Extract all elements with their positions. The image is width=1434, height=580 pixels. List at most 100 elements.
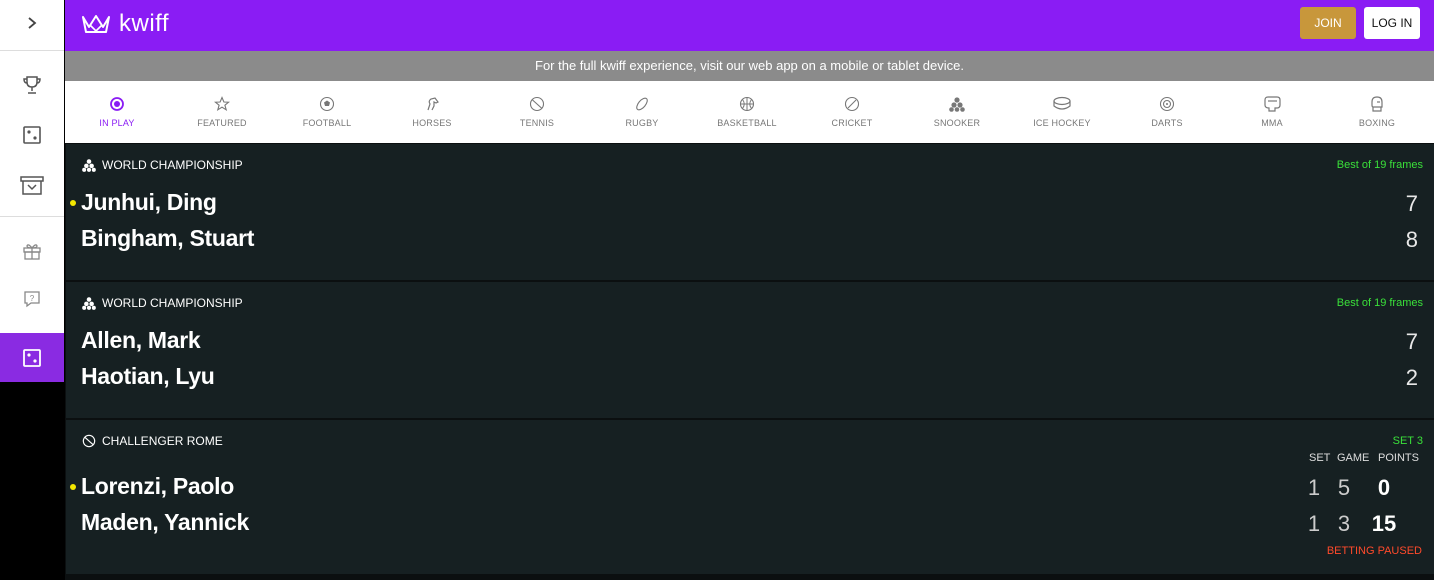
rugby-icon [636, 97, 648, 111]
points-score: 0 [1377, 475, 1391, 500]
main-content: kwiff JOIN LOG IN For the full kwiff exp… [65, 0, 1434, 580]
tab-label: RUGBY [625, 118, 659, 128]
competition-header: CHALLENGER ROME [82, 434, 223, 448]
login-button[interactable]: LOG IN [1364, 7, 1420, 39]
player-score: 2 [1405, 365, 1418, 390]
player-name: Allen, Mark [81, 327, 201, 353]
tab-mma[interactable]: MMA [1222, 81, 1322, 143]
gift-icon [23, 244, 41, 260]
left-rail: ? [0, 0, 65, 580]
player-score: 7 [1405, 191, 1418, 216]
basketball-icon [739, 96, 755, 112]
tab-label: CRICKET [831, 118, 873, 128]
cricket-icon [844, 96, 860, 112]
tennis-icon [529, 96, 545, 112]
in-play-icon [110, 97, 124, 111]
trophy-icon [23, 76, 41, 94]
chevron-right-icon [28, 17, 37, 29]
tab-label: BASKETBALL [717, 118, 777, 128]
rail-divider [0, 50, 64, 51]
snooker-icon [82, 297, 96, 310]
horse-icon [427, 97, 439, 111]
event-card[interactable]: WORLD CHAMPIONSHIP Best of 19 frames All… [65, 282, 1434, 418]
tab-label: HORSES [412, 118, 452, 128]
rail-item-store[interactable] [0, 162, 64, 208]
rail-item-casino[interactable] [0, 112, 64, 158]
dice-icon [23, 126, 41, 144]
join-button[interactable]: JOIN [1300, 7, 1356, 39]
player-name: Junhui, Ding [81, 189, 217, 215]
darts-icon [1159, 96, 1175, 112]
tab-rugby[interactable]: RUGBY [592, 81, 692, 143]
serving-indicator [70, 484, 76, 490]
app-root: ? kwiff JOIN LOG IN For the full kwiff e… [0, 0, 1434, 580]
column-header-game: GAME [1337, 452, 1370, 464]
rail-item-rewards[interactable] [0, 228, 64, 274]
rail-item-help[interactable]: ? [0, 276, 64, 322]
football-icon [319, 96, 335, 112]
match-status: Best of 19 frames [1336, 297, 1423, 309]
mma-icon [1264, 96, 1281, 112]
tab-label: BOXING [1358, 118, 1396, 128]
info-banner: For the full kwiff experience, visit our… [65, 51, 1434, 81]
sports-nav: IN PLAY FEATURED FOOTBALL HORSES TENNIS … [65, 81, 1434, 143]
logo-text: kwiff [119, 10, 170, 37]
boxing-icon [1371, 96, 1383, 112]
snooker-icon [949, 97, 965, 112]
expand-rail-button[interactable] [0, 0, 64, 46]
help-icon: ? [24, 291, 40, 308]
tab-basketball[interactable]: BASKETBALL [697, 81, 797, 143]
tab-horses[interactable]: HORSES [382, 81, 482, 143]
tab-ice-hockey[interactable]: ICE HOCKEY [1012, 81, 1112, 143]
player-name: Haotian, Lyu [81, 363, 215, 389]
player-score: 7 [1405, 329, 1418, 354]
rail-item-sports[interactable] [0, 62, 64, 108]
match-status: SET 3 [1392, 435, 1423, 447]
tab-darts[interactable]: DARTS [1117, 81, 1217, 143]
tab-label: MMA [1261, 118, 1283, 128]
competition-name: WORLD CHAMPIONSHIP [102, 296, 243, 310]
player-name: Lorenzi, Paolo [81, 473, 234, 499]
set-score: 1 [1307, 511, 1321, 536]
snooker-icon [82, 159, 96, 172]
svg-text:?: ? [30, 294, 35, 303]
dice-icon [23, 348, 41, 367]
ice-hockey-icon [1053, 96, 1071, 110]
event-card[interactable]: WORLD CHAMPIONSHIP Best of 19 frames Jun… [65, 144, 1434, 280]
player-score: 8 [1405, 227, 1418, 252]
player-name: Bingham, Stuart [81, 225, 255, 251]
competition-name: CHALLENGER ROME [102, 434, 223, 448]
rail-item-casino-active[interactable] [0, 333, 64, 382]
rail-divider [0, 216, 64, 217]
tab-featured[interactable]: FEATURED [172, 81, 272, 143]
star-icon [214, 96, 230, 112]
set-score: 1 [1307, 475, 1321, 500]
tab-tennis[interactable]: TENNIS [487, 81, 587, 143]
crown-icon [82, 15, 110, 33]
game-score: 5 [1337, 475, 1351, 500]
tab-label: FEATURED [197, 118, 247, 128]
store-icon [20, 176, 44, 195]
competition-name: WORLD CHAMPIONSHIP [102, 158, 243, 172]
tab-label: IN PLAY [99, 118, 135, 128]
match-status: Best of 19 frames [1336, 159, 1423, 171]
column-header-points: POINTS [1378, 452, 1419, 464]
competition-header: WORLD CHAMPIONSHIP [82, 158, 243, 172]
points-score: 15 [1371, 511, 1397, 536]
tennis-icon [82, 434, 96, 448]
tab-cricket[interactable]: CRICKET [802, 81, 902, 143]
tab-label: TENNIS [519, 118, 555, 128]
tab-boxing[interactable]: BOXING [1327, 81, 1427, 143]
game-score: 3 [1337, 511, 1351, 536]
kwiff-logo[interactable]: kwiff [81, 10, 169, 38]
tab-snooker[interactable]: SNOOKER [907, 81, 1007, 143]
serving-indicator [70, 200, 76, 206]
tab-in-play[interactable]: IN PLAY [67, 81, 167, 143]
competition-header: WORLD CHAMPIONSHIP [82, 296, 243, 310]
column-header-set: SET [1309, 452, 1331, 464]
player-name: Maden, Yannick [81, 509, 249, 535]
event-card[interactable]: CHALLENGER ROME SET 3 SET GAME POINTS Lo… [65, 420, 1434, 574]
tab-label: DARTS [1151, 118, 1183, 128]
tab-label: SNOOKER [933, 118, 981, 128]
tab-football[interactable]: FOOTBALL [277, 81, 377, 143]
